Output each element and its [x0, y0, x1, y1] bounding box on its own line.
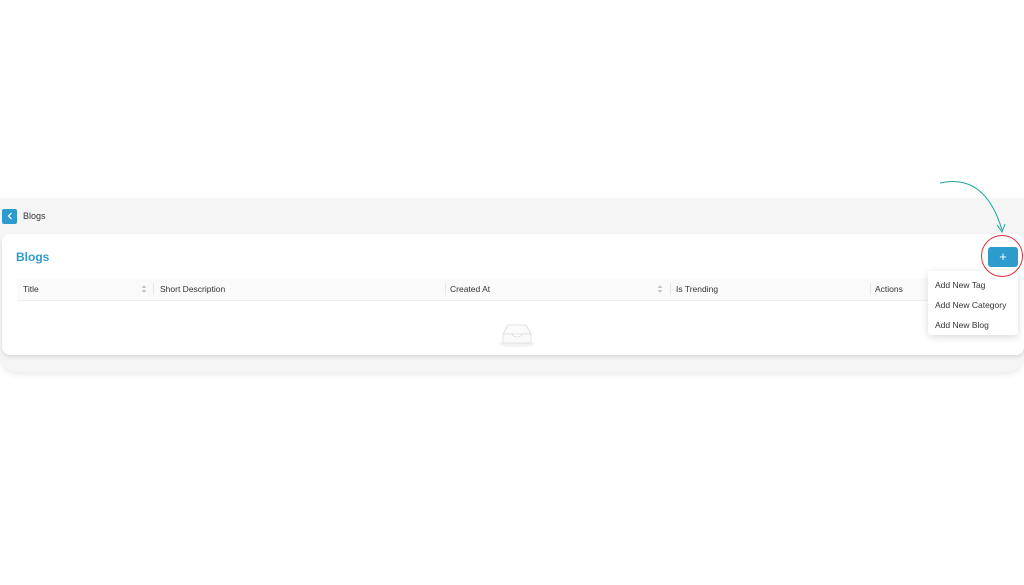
add-button[interactable]: + — [988, 247, 1018, 267]
column-header-is-trending: Is Trending — [676, 284, 719, 294]
column-divider — [670, 283, 671, 295]
column-header-title[interactable]: Title — [23, 278, 39, 300]
menu-item-add-new-blog[interactable]: Add New Blog — [928, 315, 1018, 335]
sort-icon[interactable] — [141, 284, 147, 294]
annotation-arrow-icon — [939, 181, 1006, 234]
app-frame: Blogs Blogs + Title Short Description Cr… — [0, 198, 1024, 372]
column-header-actions: Actions — [875, 284, 903, 294]
sort-icon[interactable] — [657, 284, 663, 294]
chevron-left-icon — [7, 212, 12, 220]
menu-item-add-new-tag[interactable]: Add New Tag — [928, 275, 1018, 295]
breadcrumb: Blogs — [23, 211, 46, 221]
screen: Blogs Blogs + Title Short Description Cr… — [0, 0, 1024, 585]
column-divider — [153, 283, 154, 295]
add-menu-dropdown: Add New Tag Add New Category Add New Blo… — [928, 271, 1018, 335]
back-button[interactable] — [2, 208, 17, 224]
page-title: Blogs — [16, 250, 50, 264]
empty-inbox-icon — [499, 324, 535, 347]
column-divider — [445, 283, 446, 295]
column-header-created-at[interactable]: Created At — [450, 278, 490, 300]
topbar: Blogs — [0, 198, 1024, 234]
column-header-short-description: Short Description — [160, 284, 226, 294]
menu-item-add-new-category[interactable]: Add New Category — [928, 295, 1018, 315]
table-header: Title Short Description Created At Is Tr… — [17, 278, 927, 301]
column-divider — [870, 283, 871, 295]
blogs-card: Blogs + Title Short Description Created … — [2, 234, 1024, 355]
